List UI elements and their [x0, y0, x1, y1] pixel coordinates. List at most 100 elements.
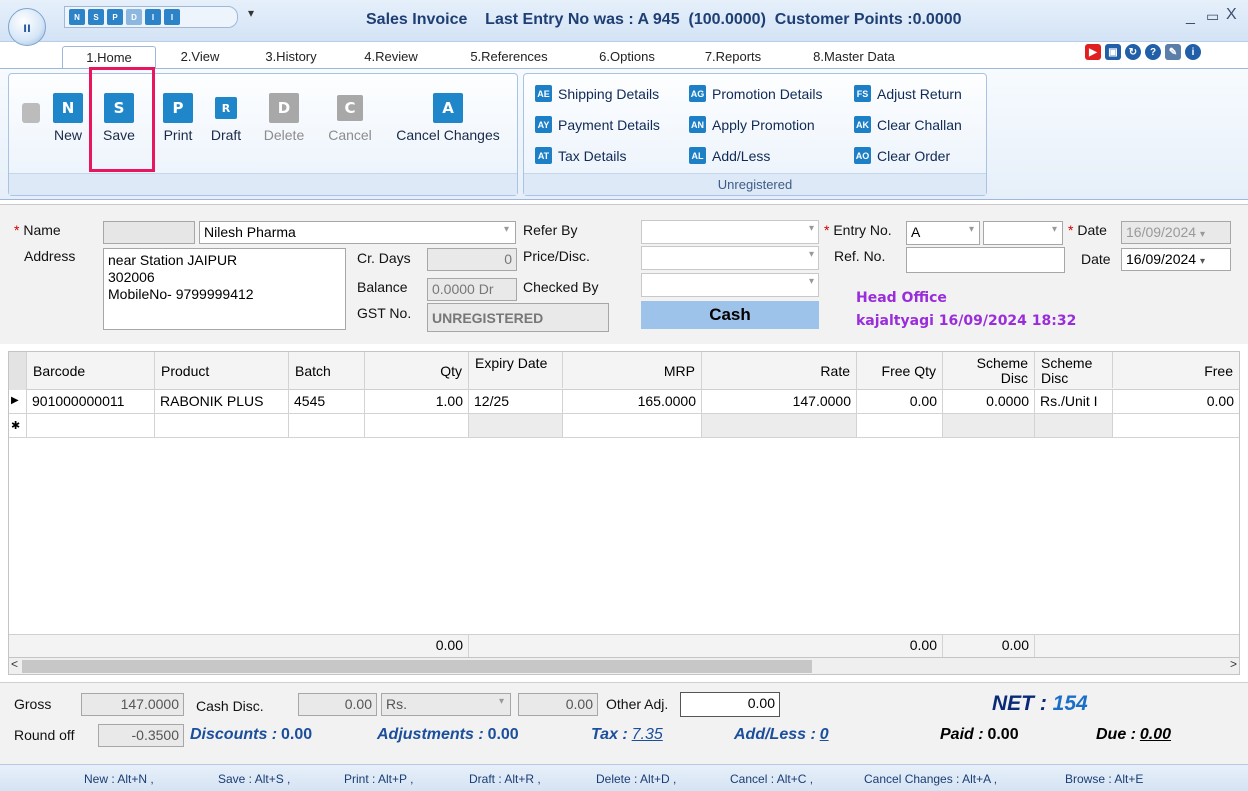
cell-free-qty[interactable]: 0.00	[857, 390, 943, 414]
cr-days-field[interactable]: 0	[427, 248, 517, 271]
tab-view[interactable]: 2.View	[174, 46, 226, 68]
payment-mode-button[interactable]: Cash	[641, 301, 819, 329]
col-qty[interactable]: Qty	[365, 352, 469, 390]
cancel-changes-button[interactable]: A Cancel Changes	[388, 93, 508, 143]
cash-disc-field[interactable]: 0.00	[298, 693, 377, 716]
apply-promotion-link[interactable]: AN Apply Promotion	[689, 116, 815, 133]
col-product[interactable]: Product	[155, 352, 289, 390]
qat-new-icon[interactable]: N	[69, 9, 85, 25]
clear-order-link[interactable]: AO Clear Order	[854, 147, 950, 164]
scrollbar-thumb[interactable]	[22, 660, 812, 673]
cell-product[interactable]: RABONIK PLUS	[155, 390, 289, 414]
ref-no-field[interactable]	[906, 247, 1065, 273]
qat-item-icon[interactable]: I	[145, 9, 161, 25]
col-rate[interactable]: Rate	[702, 352, 857, 390]
date-field-2[interactable]: 16/09/2024 ▾	[1121, 248, 1231, 271]
new-cell[interactable]	[857, 414, 943, 438]
address-field[interactable]: near Station JAIPUR 302006 MobileNo- 979…	[103, 248, 346, 330]
qat-print-icon[interactable]: P	[107, 9, 123, 25]
app-logo-icon[interactable]: ıı	[8, 8, 46, 46]
close-button[interactable]: X	[1226, 6, 1237, 24]
qat-delete-icon[interactable]: D	[126, 9, 142, 25]
addless-value[interactable]: 0	[820, 726, 829, 743]
new-cell[interactable]	[702, 414, 857, 438]
new-cell[interactable]	[1035, 414, 1113, 438]
cash-disc-amount-field[interactable]: 0.00	[518, 693, 598, 716]
price-disc-dropdown[interactable]: ▾	[641, 246, 819, 270]
cell-rate[interactable]: 147.0000	[702, 390, 857, 414]
tab-master-data[interactable]: 8.Master Data	[802, 46, 906, 68]
new-cell[interactable]	[1113, 414, 1239, 438]
new-cell[interactable]	[943, 414, 1035, 438]
lock-icon[interactable]	[22, 103, 40, 123]
qat-save-icon[interactable]: S	[88, 9, 104, 25]
tax-value[interactable]: 7.35	[632, 726, 663, 743]
cash-disc-unit-dropdown[interactable]: Rs. ▾	[381, 693, 511, 716]
cell-expiry[interactable]: 12/25	[469, 390, 563, 414]
col-free[interactable]: Free	[1113, 352, 1239, 390]
new-cell[interactable]	[155, 414, 289, 438]
info-icon[interactable]: i	[1185, 44, 1201, 60]
col-batch[interactable]: Batch	[289, 352, 365, 390]
col-barcode[interactable]: Barcode	[27, 352, 155, 390]
entry-series-dropdown[interactable]: A ▾	[906, 221, 980, 245]
addless-summary[interactable]: Add/Less : 0	[734, 726, 829, 744]
cell-barcode[interactable]: 901000000011	[27, 390, 155, 414]
shipping-details-link[interactable]: AE Shipping Details	[535, 85, 659, 102]
col-expiry[interactable]: Expiry Date	[469, 352, 563, 388]
row-selector[interactable]: ▶	[9, 390, 27, 414]
help-icon[interactable]: ?	[1145, 44, 1161, 60]
new-cell[interactable]	[365, 414, 469, 438]
delete-button[interactable]: D Delete	[260, 93, 308, 143]
due-summary[interactable]: Due : 0.00	[1096, 726, 1171, 744]
tab-options[interactable]: 6.Options	[592, 46, 662, 68]
checked-by-dropdown[interactable]: ▾	[641, 273, 819, 297]
refresh-icon[interactable]: ↻	[1125, 44, 1141, 60]
refer-by-dropdown[interactable]: ▾	[641, 220, 819, 244]
col-scheme-type[interactable]: Scheme Disc	[1035, 352, 1113, 388]
cell-scheme-type[interactable]: Rs./Unit I	[1035, 390, 1113, 414]
qat-item2-icon[interactable]: I	[164, 9, 180, 25]
scroll-right-icon[interactable]: >	[1230, 657, 1237, 671]
clear-challan-link[interactable]: AK Clear Challan	[854, 116, 962, 133]
payment-details-link[interactable]: AY Payment Details	[535, 116, 660, 133]
new-cell[interactable]	[469, 414, 563, 438]
cell-free[interactable]: 0.00	[1113, 390, 1239, 414]
new-cell[interactable]	[27, 414, 155, 438]
due-value[interactable]: 0.00	[1140, 726, 1171, 743]
image-icon[interactable]: ▣	[1105, 44, 1121, 60]
adjust-return-link[interactable]: FS Adjust Return	[854, 85, 962, 102]
cancel-button[interactable]: C Cancel	[322, 93, 378, 143]
party-name-field[interactable]: Nilesh Pharma ▾	[199, 221, 516, 244]
print-button[interactable]: P Print	[158, 93, 198, 143]
tab-review[interactable]: 4.Review	[358, 46, 424, 68]
tax-details-link[interactable]: AT Tax Details	[535, 147, 626, 164]
new-cell[interactable]	[289, 414, 365, 438]
tab-history[interactable]: 3.History	[258, 46, 324, 68]
new-cell[interactable]	[563, 414, 702, 438]
maximize-button[interactable]: ▭	[1206, 8, 1219, 25]
date-field-1[interactable]: 16/09/2024 ▾	[1121, 221, 1231, 244]
tax-summary[interactable]: Tax : 7.35	[591, 726, 663, 744]
cell-batch[interactable]: 4545	[289, 390, 365, 414]
col-free-qty[interactable]: Free Qty	[857, 352, 943, 390]
cell-qty[interactable]: 1.00	[365, 390, 469, 414]
entry-no-dropdown[interactable]: ▾	[983, 221, 1063, 245]
col-scheme-disc[interactable]: Scheme Disc	[943, 352, 1035, 388]
cell-scheme-disc[interactable]: 0.0000	[943, 390, 1035, 414]
tab-reports[interactable]: 7.Reports	[697, 46, 769, 68]
add-less-link[interactable]: AL Add/Less	[689, 147, 770, 164]
tab-references[interactable]: 5.References	[462, 46, 556, 68]
youtube-icon[interactable]: ▶	[1085, 44, 1101, 60]
other-adj-field[interactable]: 0.00	[680, 692, 780, 717]
qat-customize-icon[interactable]: ▾	[248, 6, 254, 20]
scroll-left-icon[interactable]: <	[11, 657, 18, 671]
cell-mrp[interactable]: 165.0000	[563, 390, 702, 414]
minimize-button[interactable]: _	[1186, 8, 1195, 26]
promotion-details-link[interactable]: AG Promotion Details	[689, 85, 823, 102]
col-mrp[interactable]: MRP	[563, 352, 702, 390]
notes-icon[interactable]: ✎	[1165, 44, 1181, 60]
party-code-field[interactable]	[103, 221, 195, 244]
new-button[interactable]: N New	[48, 93, 88, 143]
draft-button[interactable]: R Draft	[206, 93, 246, 143]
